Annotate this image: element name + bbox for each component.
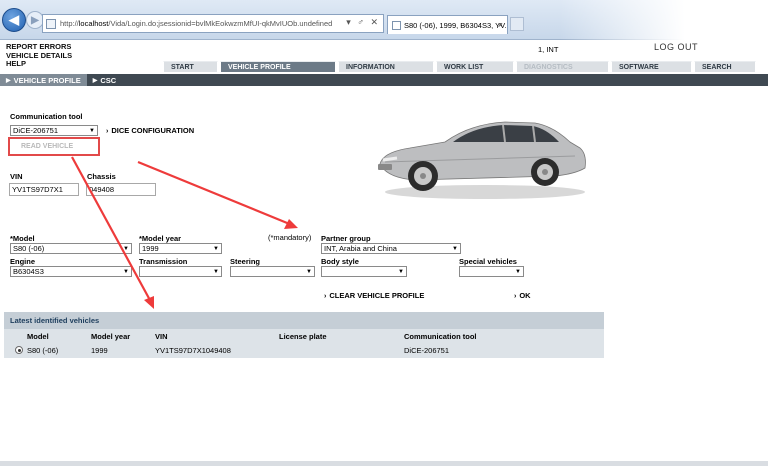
page-icon bbox=[46, 18, 56, 29]
vin-input[interactable]: YV1TS97D7X1 bbox=[9, 183, 79, 196]
ok-label: OK bbox=[519, 291, 531, 300]
model-year-label: *Model year bbox=[139, 234, 182, 243]
chevron-right-icon: › bbox=[324, 293, 327, 300]
url-path: /Vida/Login.do;jsessionid=bvlMkEokwzmMfU… bbox=[108, 19, 333, 28]
model-year-select[interactable]: 1999 ▼ bbox=[139, 243, 222, 254]
chassis-label: Chassis bbox=[87, 172, 116, 181]
read-vehicle-button[interactable]: READ VEHICLE bbox=[8, 137, 100, 156]
model-year-value: 1999 bbox=[142, 244, 159, 253]
url-host: localhost bbox=[78, 19, 109, 28]
comm-tool-value: DiCE-206751 bbox=[13, 126, 59, 135]
browser-chrome: ◀ ▶ http://localhost/Vida/Login.do;jsess… bbox=[0, 0, 768, 40]
special-vehicles-select[interactable]: ▼ bbox=[459, 266, 524, 277]
special-vehicles-label: Special vehicles bbox=[459, 257, 517, 266]
model-value: S80 (-06) bbox=[13, 244, 45, 253]
body-style-label: Body style bbox=[321, 257, 359, 266]
latest-title: Latest identified vehicles bbox=[4, 312, 604, 329]
col-license-plate: License plate bbox=[279, 332, 327, 341]
logout-link[interactable]: LOG OUT bbox=[654, 42, 698, 52]
latest-identified-vehicles: Latest identified vehicles Model Model y… bbox=[4, 312, 604, 358]
engine-label: Engine bbox=[10, 257, 36, 266]
tab-diagnostics: DIAGNOSTICS bbox=[516, 61, 609, 73]
address-bar[interactable]: http://localhost/Vida/Login.do;jsessioni… bbox=[42, 14, 384, 33]
row-model: S80 (-06) bbox=[27, 346, 59, 355]
sub-navigation: ▶ VEHICLE PROFILE ▶ CSC bbox=[0, 74, 768, 86]
chrome-fade bbox=[560, 0, 768, 40]
comm-tool-select[interactable]: DiCE-206751 ▼ bbox=[10, 125, 98, 136]
steering-select[interactable]: ▼ bbox=[230, 266, 315, 277]
transmission-select[interactable]: ▼ bbox=[139, 266, 222, 277]
help-link[interactable]: HELP bbox=[6, 59, 72, 69]
header-links: REPORT ERRORS VEHICLE DETAILS HELP bbox=[6, 42, 72, 69]
dropdown-arrow-icon: ▼ bbox=[89, 128, 95, 134]
chevron-right-icon: › bbox=[106, 128, 109, 135]
clear-vehicle-profile-label: CLEAR VEHICLE PROFILE bbox=[329, 291, 425, 300]
dice-configuration-label: DICE CONFIGURATION bbox=[111, 126, 195, 135]
user-info: 1, INT bbox=[538, 45, 559, 54]
address-controls[interactable]: ▾ ♂ ✕ bbox=[346, 17, 380, 28]
dropdown-arrow-icon: ▼ bbox=[515, 269, 521, 275]
engine-select[interactable]: B6304S3 ▼ bbox=[10, 266, 132, 277]
tab-work-list[interactable]: WORK LIST bbox=[436, 61, 514, 73]
col-vin: VIN bbox=[155, 332, 168, 341]
vin-label: VIN bbox=[10, 172, 23, 181]
transmission-label: Transmission bbox=[139, 257, 188, 266]
main-tabs: START VEHICLE PROFILE INFORMATION WORK L… bbox=[163, 61, 758, 73]
browser-tab[interactable]: S80 (-06), 1999, B6304S3, YV... × bbox=[387, 15, 508, 34]
dropdown-arrow-icon: ▼ bbox=[213, 246, 219, 252]
subnav-csc[interactable]: ▶ CSC bbox=[87, 74, 122, 86]
model-label: *Model bbox=[10, 234, 35, 243]
partner-group-select[interactable]: INT, Arabia and China ▼ bbox=[321, 243, 461, 254]
subnav-active-label: VEHICLE PROFILE bbox=[13, 75, 81, 85]
dropdown-arrow-icon: ▼ bbox=[398, 269, 404, 275]
ok-link[interactable]: › OK bbox=[514, 291, 531, 300]
col-model-year: Model year bbox=[91, 332, 131, 341]
clear-vehicle-profile-link[interactable]: › CLEAR VEHICLE PROFILE bbox=[324, 291, 424, 300]
dice-configuration-link[interactable]: › DICE CONFIGURATION bbox=[106, 126, 194, 135]
annotation-arrow-to-partner-group bbox=[137, 160, 293, 227]
comm-tool-label: Communication tool bbox=[10, 112, 83, 121]
triangle-right-icon: ▶ bbox=[92, 77, 98, 84]
col-communication-tool: Communication tool bbox=[404, 332, 477, 341]
row-select-radio[interactable] bbox=[15, 346, 23, 354]
chassis-input[interactable]: 049408 bbox=[86, 183, 156, 196]
dropdown-arrow-icon: ▼ bbox=[452, 246, 458, 252]
subnav-vehicle-profile[interactable]: ▶ VEHICLE PROFILE bbox=[0, 74, 87, 86]
dropdown-arrow-icon: ▼ bbox=[213, 269, 219, 275]
col-model: Model bbox=[27, 332, 49, 341]
partner-group-value: INT, Arabia and China bbox=[324, 244, 397, 253]
dropdown-arrow-icon: ▼ bbox=[123, 269, 129, 275]
body-style-select[interactable]: ▼ bbox=[321, 266, 407, 277]
back-icon[interactable]: ◀ bbox=[2, 8, 26, 32]
status-bar bbox=[0, 461, 768, 466]
url-prefix: http:// bbox=[60, 19, 79, 28]
vehicle-image bbox=[378, 121, 586, 199]
row-comm-tool: DiCE-206751 bbox=[404, 346, 450, 355]
steering-label: Steering bbox=[230, 257, 261, 266]
tab-software[interactable]: SOFTWARE bbox=[611, 61, 692, 73]
annotation-arrowhead bbox=[284, 219, 298, 229]
chevron-right-icon: › bbox=[514, 293, 517, 300]
mandatory-note: (*mandatory) bbox=[268, 233, 312, 242]
tab-start[interactable]: START bbox=[163, 61, 218, 73]
row-vin: YV1TS97D7X1049408 bbox=[155, 346, 231, 355]
partner-group-label: Partner group bbox=[321, 234, 371, 243]
dropdown-arrow-icon: ▼ bbox=[123, 246, 129, 252]
dropdown-arrow-icon: ▼ bbox=[306, 269, 312, 275]
subnav-csc-label: CSC bbox=[100, 75, 117, 85]
engine-value: B6304S3 bbox=[13, 267, 44, 276]
close-tab-icon[interactable]: × bbox=[498, 20, 503, 30]
triangle-right-icon: ▶ bbox=[6, 77, 11, 84]
tab-page-icon bbox=[392, 20, 401, 30]
tab-title: S80 (-06), 1999, B6304S3, YV... bbox=[404, 20, 508, 30]
tab-vehicle-profile[interactable]: VEHICLE PROFILE bbox=[220, 61, 336, 73]
tab-search[interactable]: SEARCH bbox=[694, 61, 756, 73]
model-select[interactable]: S80 (-06) ▼ bbox=[10, 243, 132, 254]
tab-information[interactable]: INFORMATION bbox=[338, 61, 434, 73]
row-model-year: 1999 bbox=[91, 346, 108, 355]
new-tab-button[interactable] bbox=[510, 17, 524, 31]
annotation-arrowhead bbox=[144, 296, 154, 309]
